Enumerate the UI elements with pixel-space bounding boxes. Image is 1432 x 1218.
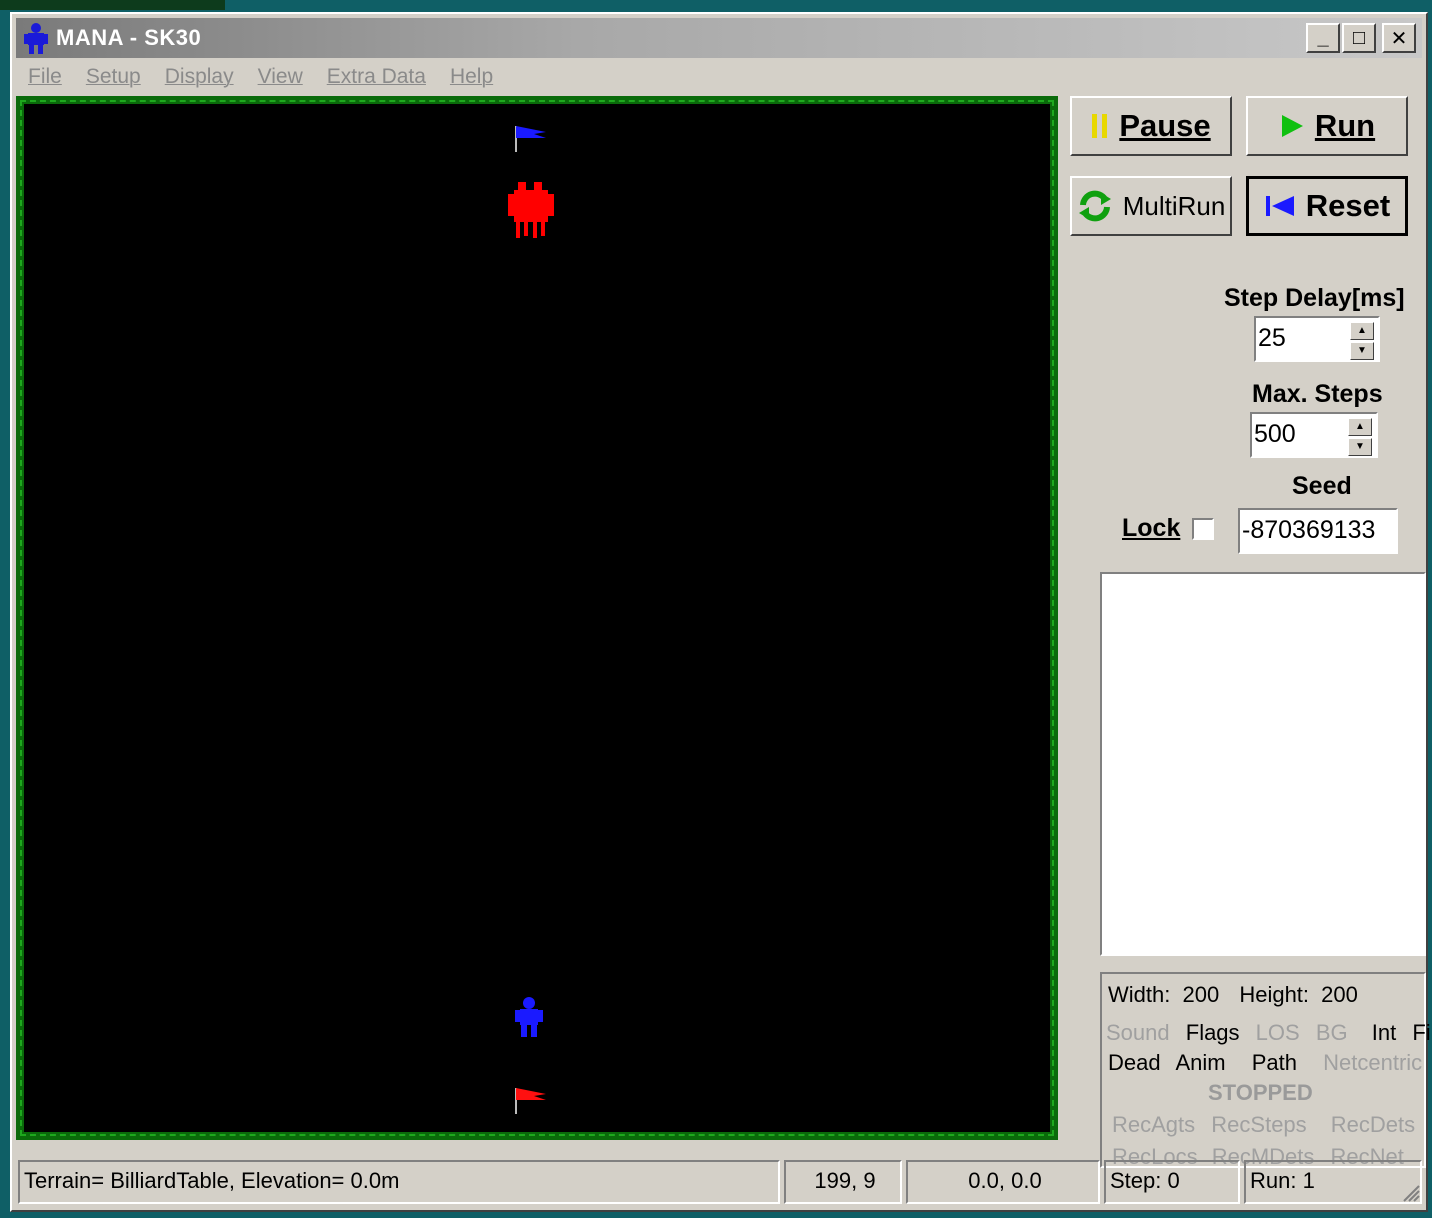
pause-label: Pause: [1119, 108, 1211, 143]
width-value: 200: [1182, 982, 1220, 1007]
refresh-icon: [1078, 190, 1111, 222]
record-toggles-row1: RecAgts RecSteps RecDets: [1112, 1112, 1415, 1138]
menu-bar: File Setup Display View Extra Data Help: [16, 62, 1422, 92]
menu-view[interactable]: View: [258, 65, 303, 89]
close-button[interactable]: ✕: [1382, 23, 1416, 53]
toggle-flags[interactable]: Flags: [1186, 1020, 1240, 1045]
spin-down-icon[interactable]: ▼: [1348, 438, 1372, 456]
mana-window: MANA - SK30 _ □ ✕ File Setup Display Vie…: [10, 12, 1432, 1212]
multirun-button[interactable]: MultiRun: [1070, 176, 1232, 236]
play-icon: [1281, 115, 1303, 137]
height-value: 200: [1321, 982, 1358, 1007]
toggle-recagts[interactable]: RecAgts: [1112, 1112, 1195, 1137]
max-steps-value: 500: [1254, 420, 1296, 448]
toggle-recsteps[interactable]: RecSteps: [1211, 1112, 1306, 1137]
menu-setup[interactable]: Setup: [86, 65, 141, 89]
map-coordinates: 0.0, 0.0: [906, 1160, 1100, 1204]
run-counter: Run: 1: [1244, 1160, 1422, 1204]
dimensions-line: Width: 200 Height: 200: [1108, 982, 1358, 1008]
seed-label: Seed: [1292, 472, 1352, 500]
soldier-icon: [24, 23, 48, 54]
pause-button[interactable]: Pause: [1070, 96, 1232, 156]
title-bar[interactable]: MANA - SK30 _ □ ✕: [16, 18, 1422, 58]
window-title: MANA - SK30: [56, 25, 202, 50]
window-controls: _ □ ✕: [1306, 23, 1416, 53]
run-status: STOPPED: [1208, 1080, 1313, 1105]
display-toggles-row1: Sound Flags LOS BG Int Fire: [1106, 1020, 1432, 1046]
maximize-button[interactable]: □: [1342, 23, 1376, 53]
step-delay-label: Step Delay[ms]: [1224, 284, 1405, 312]
toggle-los[interactable]: LOS: [1256, 1020, 1300, 1045]
lock-checkbox[interactable]: [1192, 518, 1214, 540]
reset-label: Reset: [1305, 188, 1391, 223]
skip-back-icon: [1265, 196, 1294, 216]
max-steps-spinner[interactable]: 500 ▲ ▼: [1250, 412, 1378, 458]
battlefield-canvas: [24, 104, 1050, 1132]
spin-down-icon[interactable]: ▼: [1350, 342, 1374, 360]
status-bar: Terrain= BilliardTable, Elevation= 0.0m …: [16, 1158, 1422, 1204]
close-icon: ✕: [1390, 27, 1408, 50]
minimize-button[interactable]: _: [1306, 23, 1340, 53]
step-delay-spinner[interactable]: 25 ▲ ▼: [1254, 316, 1380, 362]
reset-button[interactable]: Reset: [1246, 176, 1408, 236]
toggle-bg[interactable]: BG: [1316, 1020, 1348, 1045]
message-log[interactable]: [1100, 572, 1426, 956]
display-toggles-row2: Dead Anim Path Netcentric: [1108, 1050, 1432, 1076]
max-steps-label: Max. Steps: [1252, 380, 1383, 408]
resize-grip-icon[interactable]: [1400, 1182, 1420, 1202]
step-delay-arrows[interactable]: ▲ ▼: [1350, 322, 1374, 360]
menu-extra-data[interactable]: Extra Data: [327, 65, 426, 89]
red-squad-icon: [508, 182, 554, 238]
toggle-recdets[interactable]: RecDets: [1331, 1112, 1415, 1137]
height-label: Height:: [1239, 982, 1310, 1007]
width-label: Width:: [1108, 982, 1171, 1007]
cursor-position: 199, 9: [784, 1160, 902, 1204]
toggle-netcentric[interactable]: Netcentric: [1323, 1050, 1422, 1075]
step-counter: Step: 0: [1104, 1160, 1240, 1204]
toggle-sound[interactable]: Sound: [1106, 1020, 1170, 1045]
battlefield-map[interactable]: [16, 96, 1058, 1140]
blue-soldier-icon: [515, 997, 543, 1037]
spin-up-icon[interactable]: ▲: [1350, 322, 1374, 340]
minimize-icon: _: [1317, 26, 1329, 49]
toggle-dead[interactable]: Dead: [1108, 1050, 1161, 1075]
toggle-int[interactable]: Int: [1372, 1020, 1396, 1045]
run-button[interactable]: Run: [1246, 96, 1408, 156]
maximize-icon: □: [1352, 26, 1366, 49]
terrain-status: Terrain= BilliardTable, Elevation= 0.0m: [18, 1160, 780, 1204]
menu-display[interactable]: Display: [165, 65, 234, 89]
lock-label: Lock: [1122, 514, 1181, 542]
desktop-strip: [0, 0, 225, 10]
blue-flag-icon: [515, 126, 546, 152]
toggle-fire[interactable]: Fire: [1412, 1020, 1432, 1045]
spin-up-icon[interactable]: ▲: [1348, 418, 1372, 436]
info-panel: Width: 200 Height: 200 Sound Flags LOS B…: [1100, 972, 1432, 1169]
seed-value: -870369133: [1242, 516, 1376, 544]
step-delay-value: 25: [1258, 324, 1286, 352]
menu-file[interactable]: File: [28, 65, 62, 89]
toggle-anim[interactable]: Anim: [1176, 1050, 1226, 1075]
max-steps-arrows[interactable]: ▲ ▼: [1348, 418, 1372, 456]
menu-help[interactable]: Help: [450, 65, 493, 89]
toggle-path[interactable]: Path: [1252, 1050, 1297, 1075]
multirun-label: MultiRun: [1122, 190, 1226, 221]
seed-input[interactable]: -870369133: [1238, 508, 1398, 554]
run-label: Run: [1314, 108, 1376, 143]
red-flag-icon: [515, 1088, 546, 1114]
pause-icon: [1092, 114, 1108, 138]
